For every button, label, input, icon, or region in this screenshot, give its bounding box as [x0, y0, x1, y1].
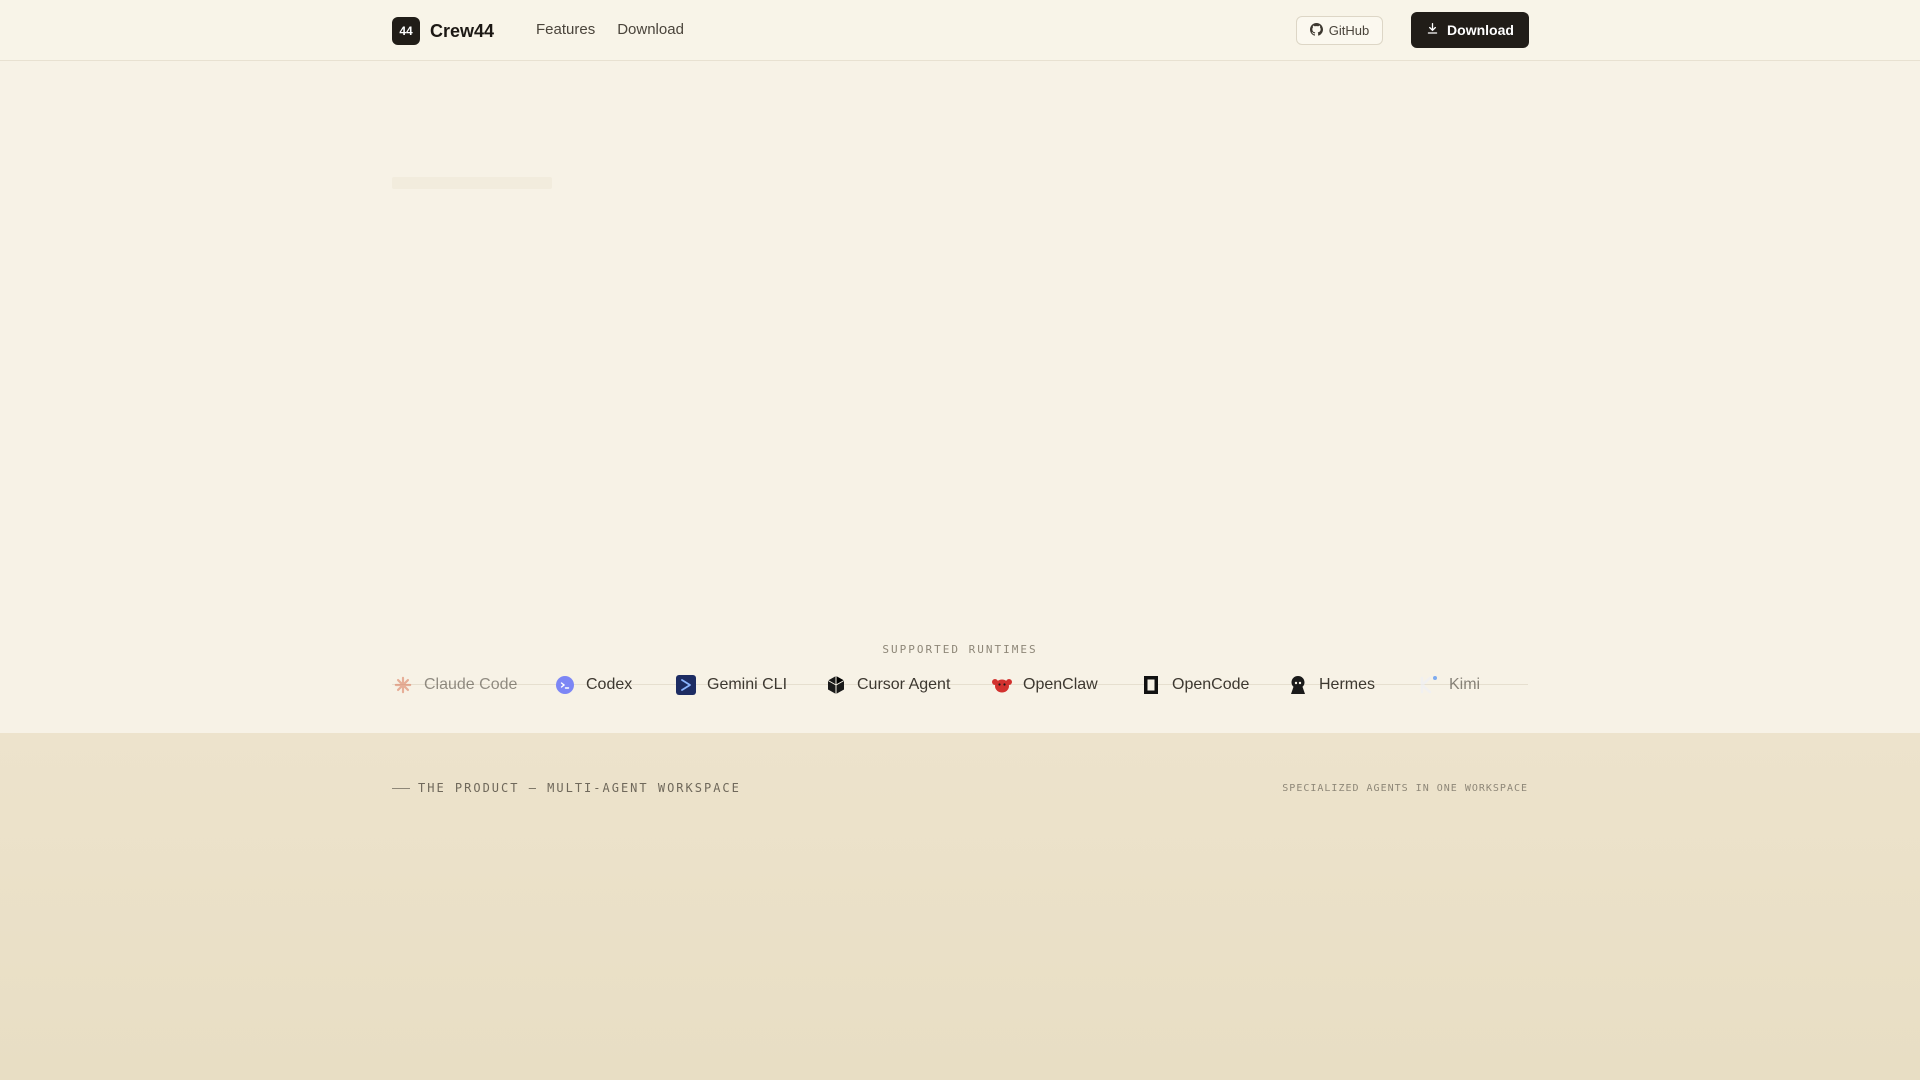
runtime-label: Claude Code [424, 676, 518, 693]
runtime-label: Cursor Agent [857, 676, 951, 693]
runtime-cursor-agent: Cursor Agent [825, 674, 950, 696]
download-icon [1426, 22, 1439, 38]
gemini-cli-icon [675, 674, 697, 696]
hermes-icon [1287, 674, 1309, 696]
runtime-kimi: Kimi [1417, 674, 1480, 696]
runtime-hermes: Hermes [1287, 674, 1375, 696]
hero-section [0, 61, 1920, 733]
nav-features-link[interactable]: Features [536, 21, 595, 38]
label-dash [392, 787, 410, 789]
product-section-tagline: SPECIALIZED AGENTS IN ONE WORKSPACE [1282, 783, 1528, 794]
download-label: Download [1447, 22, 1514, 38]
product-section-title: THE PRODUCT — MULTI-AGENT WORKSPACE [418, 781, 741, 795]
runtime-label: OpenClaw [1023, 676, 1098, 693]
runtime-codex: Codex [554, 674, 632, 696]
runtime-gemini-cli: Gemini CLI [675, 674, 787, 696]
nav-download-link[interactable]: Download [617, 21, 684, 38]
runtime-opencode: OpenCode [1140, 674, 1249, 696]
runtimes-heading: SUPPORTED RUNTIMES [882, 643, 1038, 656]
cursor-icon [825, 674, 847, 696]
brand-name: Crew44 [430, 20, 495, 41]
github-button[interactable]: GitHub [1296, 16, 1383, 45]
kimi-icon [1417, 674, 1439, 696]
runtime-label: Gemini CLI [707, 676, 788, 693]
product-section-label: THE PRODUCT — MULTI-AGENT WORKSPACE [392, 781, 741, 795]
brand-logo[interactable]: 44 Crew44 [392, 17, 494, 45]
top-navbar: 44 Crew44 Features Download GitHub Downl… [0, 0, 1920, 61]
runtime-claude-code: Claude Code [392, 674, 517, 696]
runtime-label: OpenCode [1172, 676, 1250, 693]
github-label: GitHub [1328, 23, 1370, 38]
main-nav: Features Download [536, 21, 684, 38]
runtime-label: Hermes [1319, 676, 1376, 693]
openclaw-icon [991, 674, 1013, 696]
brand-mark: 44 [392, 17, 420, 45]
github-icon [1309, 22, 1323, 39]
runtime-label: Codex [586, 676, 633, 693]
runtime-openclaw: OpenClaw [991, 674, 1098, 696]
faded-text-placeholder [392, 177, 552, 189]
codex-icon [554, 674, 576, 696]
opencode-icon [1140, 674, 1162, 696]
download-button[interactable]: Download [1411, 12, 1529, 48]
product-section [0, 733, 1920, 1080]
runtime-label: Kimi [1449, 676, 1481, 693]
claude-icon [392, 674, 414, 696]
